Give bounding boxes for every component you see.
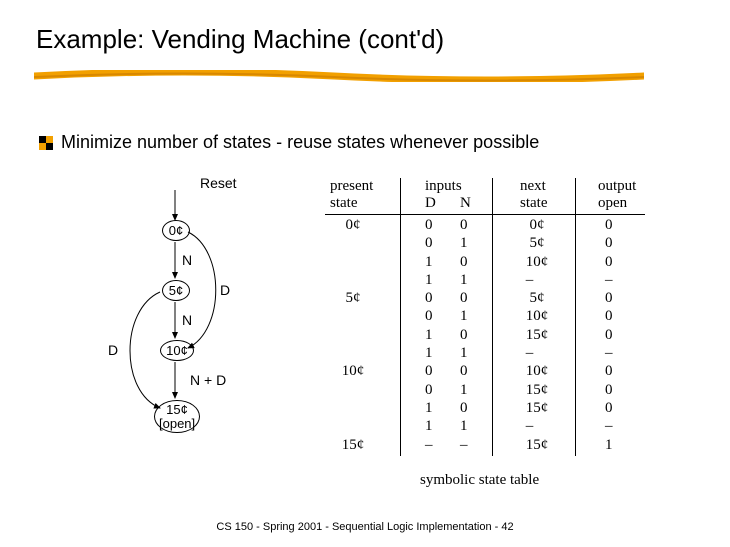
table-hline: [325, 214, 645, 215]
hdr-D: D: [425, 195, 436, 212]
hdr-open: open: [598, 195, 627, 212]
edge-d-label-1: D: [220, 282, 230, 298]
hdr-output: output: [598, 178, 636, 195]
bullet-row: Minimize number of states - reuse states…: [39, 132, 539, 153]
edge-n-label-1: N: [182, 252, 192, 268]
table-caption: symbolic state table: [420, 472, 539, 489]
hdr-inputs: inputs: [425, 178, 462, 195]
state-10c: 10¢: [160, 340, 194, 361]
col-D: 0 0 1 1 0 0 1 1 0 0 1 1 –: [425, 216, 433, 454]
state-diagram: Reset 0¢ N 5¢ D N 10¢ D N + D 15¢ [open]: [60, 170, 290, 470]
table-vline-3: [575, 178, 576, 456]
edge-n-label-2: N: [182, 312, 192, 328]
hdr-next: next state: [520, 178, 548, 213]
state-15c: 15¢ [open]: [154, 400, 200, 433]
page-title: Example: Vending Machine (cont'd): [0, 0, 730, 55]
state-5c: 5¢: [162, 280, 190, 301]
col-N: 0 1 0 1 0 1 0 1 0 1 0 1 –: [460, 216, 468, 454]
edge-nd-label: N + D: [190, 372, 226, 388]
col-present: 0¢ 5¢ 10¢ 15¢: [338, 216, 364, 454]
col-open: 0 0 0 – 0 0 0 – 0 0 0 – 1: [605, 216, 613, 454]
state-0c: 0¢: [162, 220, 190, 241]
table-vline-1: [400, 178, 401, 456]
hdr-N: N: [460, 195, 471, 212]
state-15c-line2: [open]: [159, 416, 195, 431]
slide-footer: CS 150 - Spring 2001 - Sequential Logic …: [0, 521, 730, 533]
table-vline-2: [492, 178, 493, 456]
title-underline: [34, 70, 644, 82]
col-next: 0¢ 5¢ 10¢ – 5¢ 10¢ 15¢ – 10¢ 15¢ 15¢ – 1…: [522, 216, 548, 454]
hdr-present: present state: [330, 178, 373, 213]
reset-label: Reset: [200, 175, 237, 191]
edge-d-label-2: D: [108, 342, 118, 358]
bullet-text: Minimize number of states - reuse states…: [61, 132, 539, 153]
bullet-icon: [39, 136, 53, 150]
